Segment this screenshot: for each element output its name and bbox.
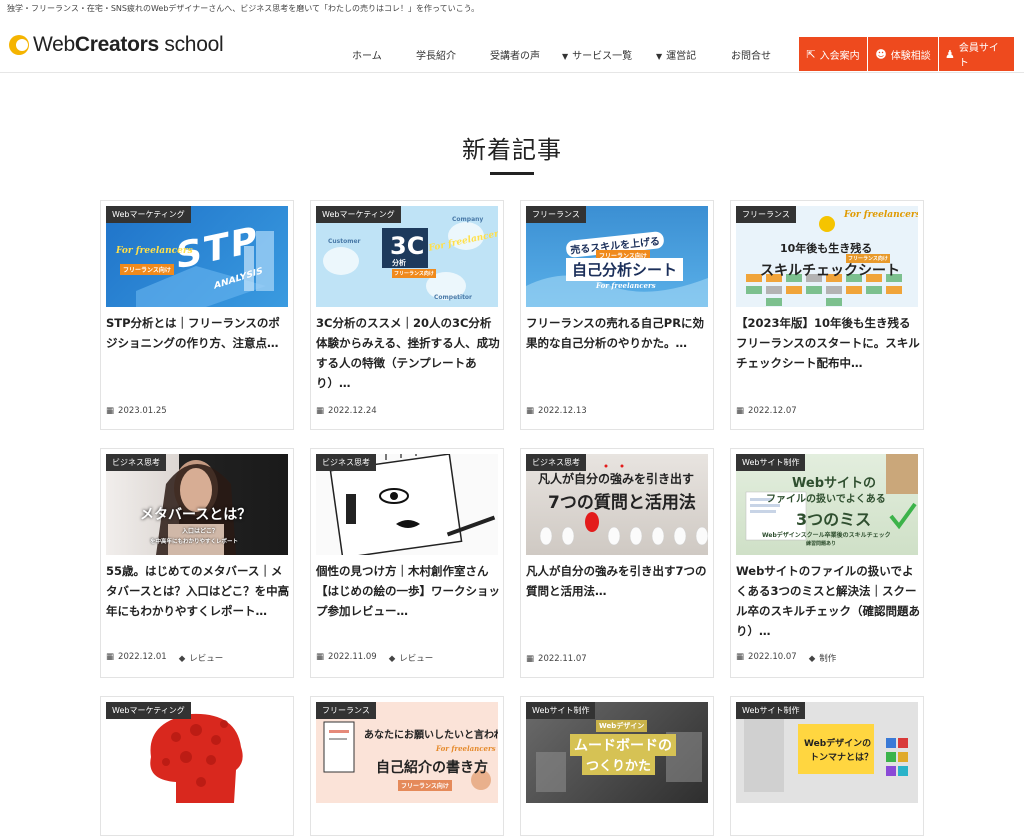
category-badge: Webマーケティング (106, 702, 191, 719)
calendar-icon: ▦ (736, 406, 745, 416)
article-card[interactable]: For freelancers 10年後も生き残る フリーランス向け スキルチェ… (730, 200, 924, 430)
category-badge: Webサイト制作 (736, 454, 806, 471)
article-meta: ▦ 2023.01.25 (106, 406, 167, 416)
article-meta: ▦ 2022.12.24 (316, 406, 377, 416)
trial-button[interactable]: ☻ 体験相談 (868, 37, 938, 71)
site-header: WebCreators school ホーム 学長紹介 受講者の声 ▼ サービス一… (0, 18, 1024, 73)
article-title[interactable]: フリーランスの売れる自己PRに効果的な自己分析のやりかた。… (526, 313, 710, 353)
title-underline (490, 172, 534, 175)
tag-icon[interactable]: ◆ (809, 654, 816, 664)
caret-down-icon: ▼ (562, 52, 569, 61)
category-badge: Webサイト制作 (736, 702, 806, 719)
article-meta: ▦ 2022.12.13 (526, 406, 587, 416)
nav-principal[interactable]: 学長紹介 (416, 47, 456, 62)
article-card[interactable]: メタバースとは？ 入口はどこ？ を中高年にもわかりやすくレポート ビジネス思考 … (100, 448, 294, 678)
article-meta: ▦ 2022.11.07 (526, 654, 587, 664)
tag-icon[interactable]: ◆ (179, 654, 186, 664)
article-card[interactable]: 売るスキルを上げる フリーランス向け 自己分析シート For freelance… (520, 200, 714, 430)
article-title[interactable]: 55歳。はじめてのメタバース｜メタバースとは？入口はどこ？を中高年にもわかりやす… (106, 561, 290, 621)
calendar-icon: ▦ (316, 406, 325, 416)
category-badge: Webサイト制作 (526, 702, 596, 719)
article-card[interactable]: Webマーケティング (100, 696, 294, 836)
article-card[interactable]: Webサイトの ファイルの扱いでよくある 3つのミス Webデザインスクール卒業… (730, 448, 924, 678)
user-icon: ♟ (945, 47, 955, 61)
announcement-bar: 独学・フリーランス・在宅・SNS疲れのWebデザイナーさんへ、ビジネス思考を磨い… (7, 4, 480, 13)
calendar-icon: ▦ (106, 406, 115, 416)
article-card[interactable]: 3C 分析 フリーランス向け For freelancers Customer … (310, 200, 504, 430)
header-actions: ⇱ 入会案内 ☻ 体験相談 ♟ 会員サイト (799, 37, 1014, 71)
category-badge: ビジネス思考 (316, 454, 376, 471)
category-badge: フリーランス (316, 702, 376, 719)
user-gear-icon: ☻ (875, 47, 887, 61)
category-badge: フリーランス (526, 206, 586, 223)
article-meta: ▦ 2022.10.07 ◆ 制作 (736, 652, 837, 664)
nav-voices[interactable]: 受講者の声 (490, 47, 540, 62)
calendar-icon: ▦ (316, 652, 325, 662)
site-logo[interactable]: WebCreators school (9, 30, 224, 60)
article-meta: ▦ 2022.11.09 ◆ レビュー (316, 652, 434, 664)
article-card[interactable]: Webデザイン ムードボードの つくりかた Webサイト制作 (520, 696, 714, 836)
caret-down-icon: ▼ (656, 52, 663, 61)
section-title: 新着記事 (462, 136, 562, 164)
calendar-icon: ▦ (736, 652, 745, 662)
nav-services[interactable]: ▼ サービス一覧 (562, 47, 632, 62)
article-card[interactable]: 凡人が自分の強みを引き出す 7つの質問と活用法 ビジネス思考 凡人が自分の強みを… (520, 448, 714, 678)
category-badge: Webマーケティング (106, 206, 191, 223)
category-badge: Webマーケティング (316, 206, 401, 223)
category-badge: ビジネス思考 (526, 454, 586, 471)
article-card[interactable]: ビジネス思考 個性の見つけ方｜木村創作室さん【はじめの絵の一歩】ワークショップ参… (310, 448, 504, 678)
nav-contact[interactable]: お問合せ (731, 47, 771, 62)
join-button[interactable]: ⇱ 入会案内 (799, 37, 867, 71)
tag-icon[interactable]: ◆ (389, 654, 396, 664)
article-title[interactable]: 個性の見つけ方｜木村創作室さん【はじめの絵の一歩】ワークショップ参加レビュー… (316, 561, 500, 621)
share-icon: ⇱ (806, 47, 816, 61)
calendar-icon: ▦ (526, 654, 535, 664)
article-title[interactable]: 【2023年版】10年後も生き残るフリーランスのスタートに。スキルチェックシート… (736, 313, 920, 373)
category-badge: ビジネス思考 (106, 454, 166, 471)
article-card[interactable]: STP ANALYSIS For freelancers フリーランス向け We… (100, 200, 294, 430)
calendar-icon: ▦ (526, 406, 535, 416)
calendar-icon: ▦ (106, 652, 115, 662)
article-card[interactable]: あなたにお願いしたいと言われる 自己紹介の書き方 For freelancers… (310, 696, 504, 836)
article-title[interactable]: STP分析とは｜フリーランスのポジショニングの作り方、注意点… (106, 313, 290, 353)
logo-text: WebCreators school (33, 33, 224, 56)
nav-home[interactable]: ホーム (352, 47, 382, 62)
article-title[interactable]: Webサイトのファイルの扱いでよくある3つのミスと解決法｜スクール卒のスキルチェ… (736, 561, 920, 641)
article-card[interactable]: Webデザインの トンマナとは？ Webサイト制作 (730, 696, 924, 836)
member-site-button[interactable]: ♟ 会員サイト (939, 37, 1014, 71)
article-meta: ▦ 2022.12.07 (736, 406, 797, 416)
logo-mark-icon (9, 35, 29, 55)
nav-blog[interactable]: ▼ 運営記 (656, 47, 696, 62)
article-title[interactable]: 3C分析のススメ｜20人の3C分析体験からみえる、挫折する人、成功する人の特徴（… (316, 313, 500, 393)
category-badge: フリーランス (736, 206, 796, 223)
article-meta: ▦ 2022.12.01 ◆ レビュー (106, 652, 224, 664)
article-title[interactable]: 凡人が自分の強みを引き出す7つの質問と活用法… (526, 561, 710, 601)
